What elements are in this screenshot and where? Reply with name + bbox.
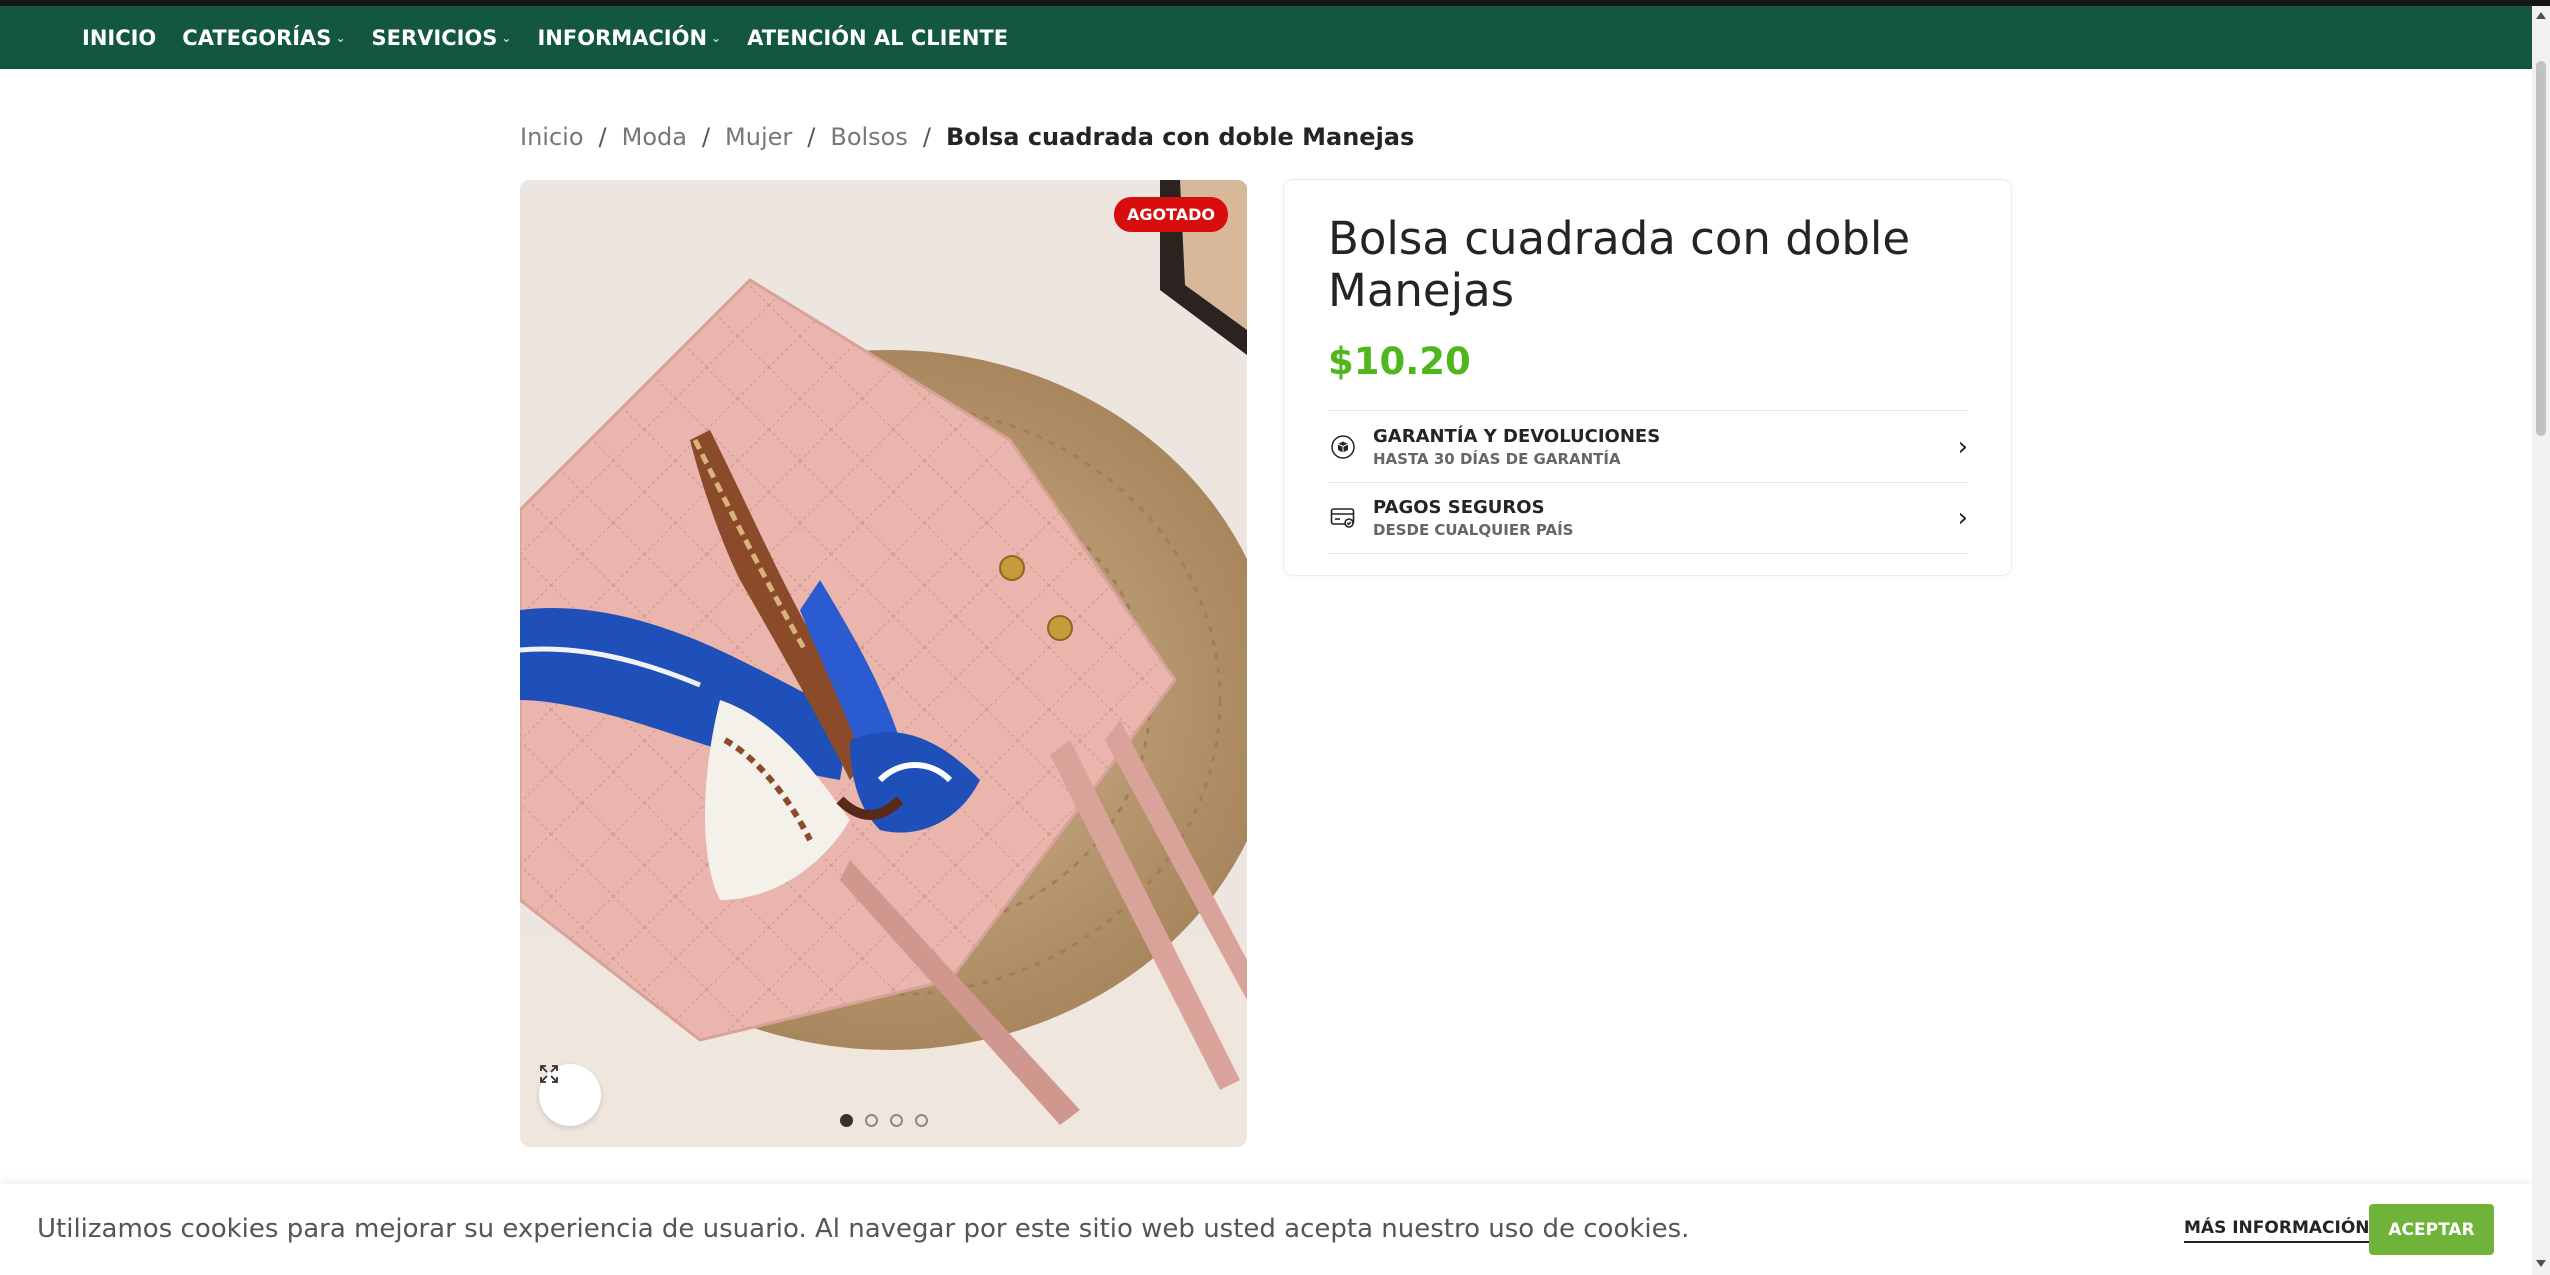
chevron-right-icon: ›	[1957, 431, 1968, 462]
breadcrumb-current: Bolsa cuadrada con doble Manejas	[945, 123, 1415, 151]
nav-item-label: ATENCIÓN AL CLIENTE	[747, 25, 1009, 50]
page-scrollbar[interactable]	[2532, 6, 2550, 1275]
product-price: $10.20	[1328, 340, 1471, 383]
product-image	[520, 180, 1247, 1147]
nav-item-label: CATEGORÍAS	[182, 25, 332, 50]
product-summary: Bolsa cuadrada con doble Manejas $10.20 …	[1283, 179, 2012, 576]
scrollbar-thumb[interactable]	[2536, 61, 2546, 436]
cookie-accept-button[interactable]: ACEPTAR	[2369, 1204, 2494, 1255]
chevron-right-icon: ›	[1957, 503, 1968, 533]
feature-subtitle: HASTA 30 DÍAS DE GARANTÍA	[1373, 449, 1621, 468]
box-icon	[1328, 432, 1358, 462]
breadcrumb-link-moda[interactable]: Moda	[622, 123, 687, 151]
gallery-pagination	[840, 1114, 940, 1127]
gallery-dot[interactable]	[915, 1114, 928, 1127]
main-navbar: INICIO CATEGORÍAS ⌄ SERVICIOS ⌄ INFORMAC…	[0, 6, 2550, 69]
breadcrumb-separator: /	[922, 123, 931, 151]
out-of-stock-badge: AGOTADO	[1113, 197, 1228, 232]
gallery-dot[interactable]	[840, 1114, 853, 1127]
product-gallery[interactable]: AGOTADO	[520, 180, 1247, 1147]
nav-item-inicio[interactable]: INICIO	[82, 26, 156, 50]
breadcrumb-link-mujer[interactable]: Mujer	[725, 123, 792, 151]
nav-item-categorias[interactable]: CATEGORÍAS ⌄	[182, 26, 345, 50]
main-menu: INICIO CATEGORÍAS ⌄ SERVICIOS ⌄ INFORMAC…	[82, 6, 1034, 69]
nav-item-label: SERVICIOS	[371, 25, 498, 50]
nav-item-informacion[interactable]: INFORMACIÓN ⌄	[537, 26, 721, 50]
zoom-button[interactable]	[539, 1064, 601, 1126]
cookie-message: Utilizamos cookies para mejorar su exper…	[37, 1214, 1690, 1244]
breadcrumb-link-bolsos[interactable]: Bolsos	[830, 123, 908, 151]
gallery-dot[interactable]	[890, 1114, 903, 1127]
credit-card-icon	[1328, 503, 1358, 533]
feature-subtitle: DESDE CUALQUIER PAÍS	[1373, 521, 1574, 539]
chevron-down-icon: ⌄	[711, 30, 722, 45]
nav-item-label: INFORMACIÓN	[537, 25, 708, 50]
breadcrumb-separator: /	[807, 123, 816, 151]
cookie-banner: Utilizamos cookies para mejorar su exper…	[0, 1184, 2532, 1275]
breadcrumb-separator: /	[598, 123, 607, 151]
chevron-down-icon: ⌄	[501, 30, 512, 45]
breadcrumb-link-inicio[interactable]: Inicio	[520, 123, 584, 151]
cookie-more-info-link[interactable]: MÁS INFORMACIÓN	[2184, 1218, 2370, 1243]
nav-item-servicios[interactable]: SERVICIOS ⌄	[372, 26, 512, 50]
breadcrumb-separator: /	[701, 123, 711, 151]
nav-item-label: INICIO	[82, 25, 157, 50]
chevron-down-icon: ⌄	[335, 30, 346, 45]
scroll-down-icon[interactable]	[2536, 1260, 2546, 1267]
feature-title: PAGOS SEGUROS	[1373, 497, 1545, 518]
feature-warranty[interactable]: GARANTÍA Y DEVOLUCIONES HASTA 30 DÍAS DE…	[1328, 410, 1968, 482]
breadcrumb: Inicio / Moda / Mujer / Bolsos / Bolsa c…	[520, 120, 1414, 154]
feature-secure-payments[interactable]: PAGOS SEGUROS DESDE CUALQUIER PAÍS ›	[1328, 482, 1968, 554]
gallery-dot[interactable]	[865, 1114, 878, 1127]
nav-item-atencion-al-cliente[interactable]: ATENCIÓN AL CLIENTE	[747, 26, 1008, 50]
feature-title: GARANTÍA Y DEVOLUCIONES	[1373, 425, 1661, 447]
product-title: Bolsa cuadrada con doble Manejas	[1328, 212, 1911, 317]
scroll-up-icon[interactable]	[2536, 12, 2546, 19]
